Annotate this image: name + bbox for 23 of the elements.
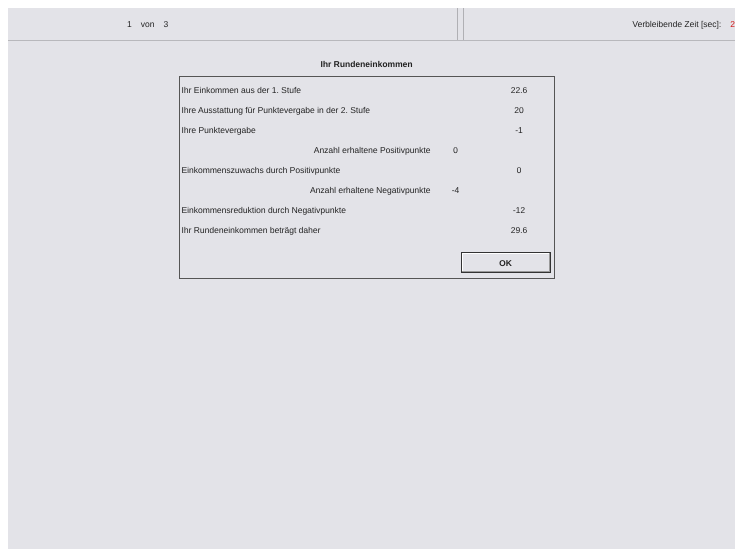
row-label: Ihr Rundeneinkommen beträgt daher	[182, 225, 322, 235]
row-label: Ihre Punktevergabe	[182, 125, 257, 135]
round-total: 3	[163, 19, 168, 29]
row-value: -1	[514, 125, 524, 135]
timer-label: Verbleibende Zeit [sec]:	[632, 19, 722, 29]
row-value: 0	[516, 165, 522, 175]
row-value: -12	[512, 205, 526, 215]
timer-value: 2	[730, 19, 735, 29]
row-value: 0	[452, 145, 459, 155]
row-value: 20	[513, 105, 525, 115]
of-label: von	[140, 19, 154, 29]
row-value: 29.6	[510, 225, 528, 235]
row-value: -4	[450, 185, 460, 195]
row-label: Einkommenszuwachs durch Positivpunkte	[182, 165, 342, 175]
row-label: Ihre Ausstattung für Punktevergabe in der 2. Stufe	[182, 105, 372, 115]
row-label: Anzahl erhaltene Negativpunkte	[309, 185, 430, 195]
dialog-title: Ihr Rundeneinkommen	[320, 59, 413, 69]
row-label: Anzahl erhaltene Positivpunkte	[312, 145, 430, 155]
row-label: Ihr Einkommen aus der 1. Stufe	[182, 85, 302, 95]
ok-button[interactable]: OK	[460, 252, 550, 273]
row-value: 22.6	[510, 85, 528, 95]
round-number: 1	[127, 19, 132, 29]
row-label: Einkommensreduktion durch Negativpunkte	[182, 205, 347, 215]
